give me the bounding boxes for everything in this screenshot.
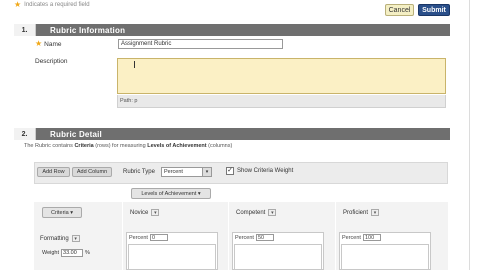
chevron-down-icon: ▾	[196, 190, 201, 197]
column-options-icon[interactable]: ▾	[151, 209, 160, 216]
intro-suffix: (columns)	[206, 143, 233, 149]
page-edge-divider	[469, 0, 470, 270]
description-textarea[interactable]	[117, 58, 446, 94]
section-number: 2.	[14, 128, 36, 140]
column-name: Proficient	[343, 209, 369, 216]
column-options-icon[interactable]: ▾	[371, 209, 380, 216]
criteria-menu-button[interactable]: Criteria ▾	[42, 207, 82, 218]
percent-input[interactable]: 100	[362, 234, 381, 241]
chevron-down-icon: ▾	[202, 168, 211, 176]
required-star-icon: ★	[35, 39, 43, 48]
percent-label: Percent	[342, 234, 361, 241]
intro-mid: (rows) for measuring	[93, 143, 148, 149]
description-label: Description	[35, 58, 68, 65]
percent-label: Percent	[129, 234, 148, 241]
cancel-button[interactable]: Cancel	[385, 4, 414, 16]
section-rubric-information-header: 1. Rubric Information	[14, 24, 450, 36]
column-header-proficient: Proficient ▾	[343, 209, 380, 216]
weight-label: Weight	[42, 250, 60, 256]
section-rubric-detail-header: 2. Rubric Detail	[14, 128, 450, 140]
cell-percent: Percent 50	[235, 234, 274, 241]
intro-criteria: Criteria	[74, 143, 94, 149]
intro-levels: Levels of Achievement	[147, 143, 207, 149]
name-label-text: Name	[44, 40, 62, 48]
column-name: Novice	[130, 209, 149, 216]
name-input[interactable]: Assignment Rubric	[118, 39, 283, 49]
required-star-icon: ★	[14, 0, 22, 9]
column-header-competent: Competent ▾	[236, 209, 277, 216]
cell-description-textarea[interactable]	[341, 244, 429, 270]
cell-description-textarea[interactable]	[128, 244, 216, 270]
rubric-type-value: Percent	[164, 169, 183, 175]
percent-label: Percent	[235, 234, 254, 241]
top-bar: ★ Indicates a required field Cancel Subm…	[0, 0, 480, 22]
levels-button-label: Levels of Achievement	[141, 190, 197, 197]
rubric-detail-intro: The Rubric contains Criteria (rows) for …	[24, 143, 232, 149]
rubric-type-label: Rubric Type	[123, 169, 155, 175]
section-title: Rubric Detail	[50, 129, 102, 139]
show-criteria-weight-checkbox[interactable]: ✓	[226, 167, 234, 175]
weight-unit: %	[85, 250, 90, 256]
weight-input[interactable]: 33.00	[61, 249, 84, 257]
required-note-text: Indicates a required field	[24, 2, 90, 8]
name-label: ★ Name	[35, 40, 62, 48]
rubric-type-select[interactable]: Percent ▾	[161, 167, 212, 177]
criteria-label: Criteria	[50, 209, 69, 216]
column-divider	[335, 202, 336, 270]
cell-percent: Percent 0	[129, 234, 168, 241]
column-header-novice: Novice ▾	[130, 209, 160, 216]
percent-input[interactable]: 0	[149, 234, 168, 241]
submit-button[interactable]: Submit	[418, 4, 450, 16]
levels-of-achievement-button[interactable]: Levels of Achievement ▾	[131, 188, 211, 199]
intro-prefix: The Rubric contains	[24, 143, 75, 149]
cell-description-textarea[interactable]	[234, 244, 322, 270]
editor-status-bar	[117, 95, 446, 108]
column-divider	[122, 202, 123, 270]
column-divider	[228, 202, 229, 270]
section-number: 1.	[14, 24, 36, 36]
chevron-down-icon: ▾	[68, 209, 74, 216]
add-column-button[interactable]: Add Column	[72, 167, 112, 177]
row-weight: Weight 33.00 %	[42, 249, 90, 257]
section-title: Rubric Information	[50, 25, 126, 35]
column-name: Competent	[236, 209, 266, 216]
text-cursor	[134, 61, 135, 68]
show-criteria-weight-label: Show Criteria Weight	[237, 168, 294, 174]
editor-path-label: Path: p	[120, 98, 138, 104]
column-options-icon[interactable]: ▾	[268, 209, 277, 216]
row-options-icon[interactable]: ▾	[71, 235, 80, 242]
required-note: ★ Indicates a required field	[14, 1, 90, 9]
row-name: Formatting	[40, 235, 69, 242]
percent-input[interactable]: 50	[255, 234, 274, 241]
add-row-button[interactable]: Add Row	[37, 167, 70, 177]
row-header-formatting: Formatting ▾	[40, 235, 80, 242]
cell-percent: Percent 100	[342, 234, 381, 241]
